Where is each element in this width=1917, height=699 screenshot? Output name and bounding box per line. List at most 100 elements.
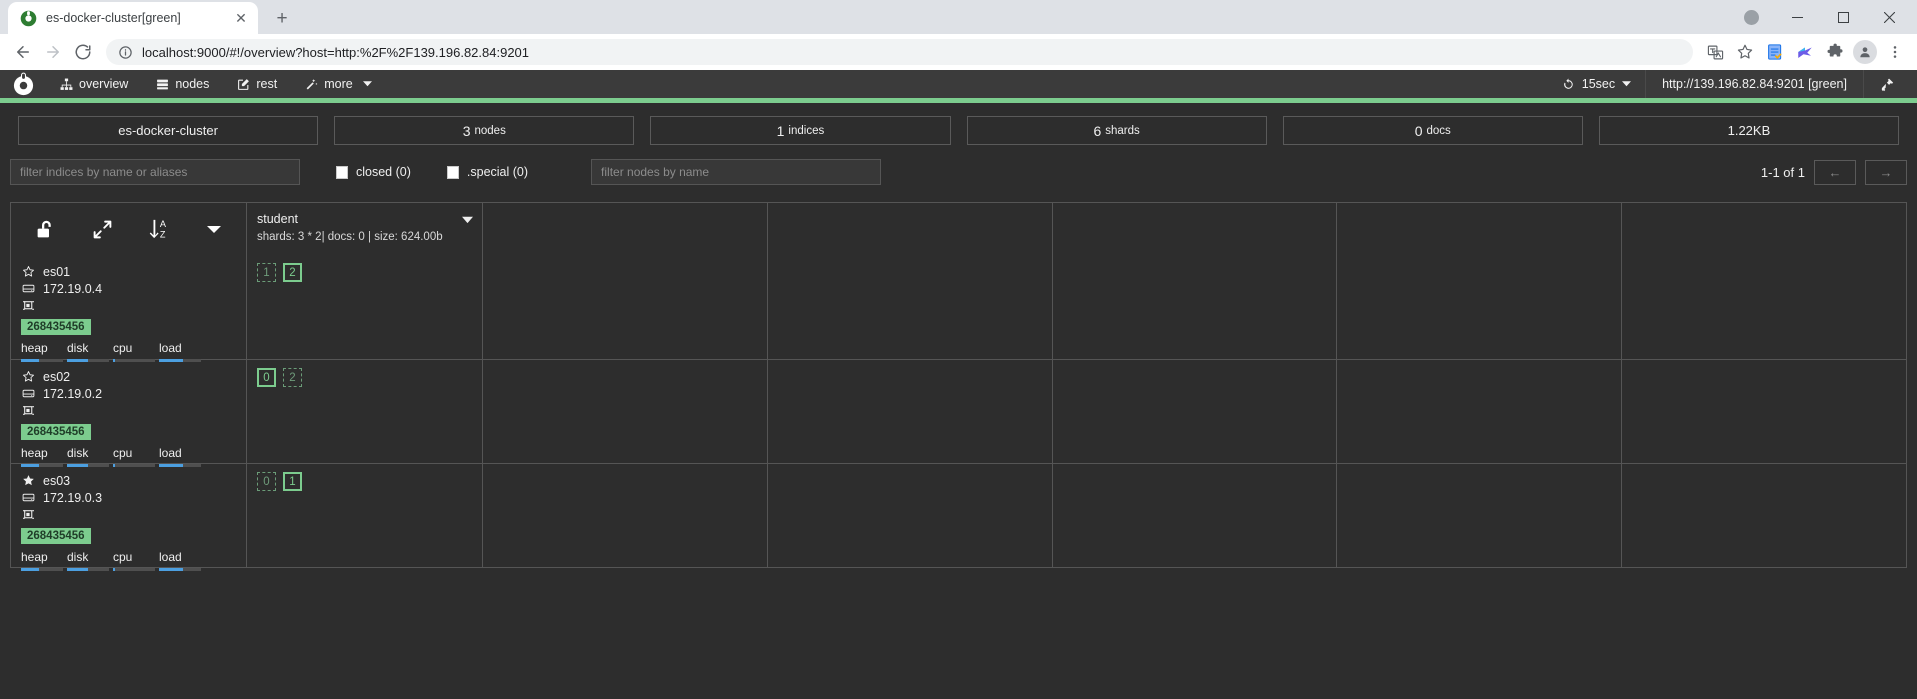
pagination-next-button[interactable]: → xyxy=(1865,159,1907,185)
shard-primary-0[interactable]: 0 xyxy=(257,368,276,387)
translate-icon[interactable] xyxy=(1702,39,1728,65)
stat-value: 3 xyxy=(462,122,471,139)
sort-az-icon[interactable]: AZ xyxy=(148,218,170,240)
forward-button-icon[interactable] xyxy=(39,38,67,66)
chrome-menu-icon[interactable] xyxy=(1882,39,1908,65)
index-header-student[interactable]: student shards: 3 * 2| docs: 0 | size: 6… xyxy=(247,203,483,255)
minimize-button[interactable] xyxy=(1775,1,1819,33)
stat-indices[interactable]: 1 indices xyxy=(650,116,951,145)
shard-primary-1[interactable]: 1 xyxy=(283,472,302,491)
nav-item-more[interactable]: more xyxy=(291,70,385,98)
address-bar-url: localhost:9000/#!/overview?host=http:%2F… xyxy=(142,44,530,60)
metric-label: load xyxy=(159,341,182,355)
profile-avatar-icon[interactable] xyxy=(1852,39,1878,65)
browser-toolbar: localhost:9000/#!/overview?host=http:%2F… xyxy=(0,34,1917,70)
checkbox-box[interactable] xyxy=(446,165,459,179)
node-name-line: es02 xyxy=(21,368,236,385)
nav-item-nodes[interactable]: nodes xyxy=(142,70,223,98)
reading-list-icon[interactable] xyxy=(1762,39,1788,65)
window-close-button[interactable] xyxy=(1867,1,1911,33)
master-star-outline-icon[interactable] xyxy=(21,370,35,383)
node-name: es01 xyxy=(43,264,71,279)
node-cell-es01[interactable]: es01 172.19.0.4 268435456 heap disk cpu … xyxy=(11,255,247,362)
master-star-filled-icon[interactable] xyxy=(21,474,35,487)
node-metric-load[interactable]: load xyxy=(159,551,205,571)
nav-item-overview[interactable]: overview xyxy=(46,70,142,98)
metric-label: disk xyxy=(67,446,89,460)
nav-label-more: more xyxy=(324,77,353,91)
cluster-stats-row: es-docker-cluster 3 nodes 1 indices 6 sh… xyxy=(0,103,1917,145)
node-metric-heap[interactable]: heap xyxy=(21,342,67,362)
extension-bird-icon[interactable] xyxy=(1792,39,1818,65)
extensions-puzzle-icon[interactable] xyxy=(1822,39,1848,65)
stat-shards[interactable]: 6 shards xyxy=(966,116,1267,145)
node-metric-heap[interactable]: heap xyxy=(21,551,67,571)
stat-value: 1.22KB xyxy=(1727,123,1771,138)
node-metric-disk[interactable]: disk xyxy=(67,551,113,571)
metric-label: heap xyxy=(21,446,48,460)
stat-store-size[interactable]: 1.22KB xyxy=(1598,116,1900,145)
index-meta: shards: 3 * 2| docs: 0 | size: 624.00b xyxy=(257,230,443,243)
shard-replica-0[interactable]: 0 xyxy=(257,472,276,491)
master-star-outline-icon[interactable] xyxy=(21,265,35,278)
grid-header-row: AZ student shards: 3 * 2| docs: 0 | size… xyxy=(11,203,1906,255)
grid-empty-cell xyxy=(1053,464,1338,567)
filter-closed-checkbox[interactable]: closed (0) xyxy=(336,165,411,179)
cerebro-favicon-icon xyxy=(20,10,37,27)
stat-nodes[interactable]: 3 nodes xyxy=(334,116,635,145)
shard-list: 02 xyxy=(257,368,472,387)
shard-replica-2[interactable]: 2 xyxy=(283,368,302,387)
node-cell-es03[interactable]: es03 172.19.0.3 268435456 heap disk cpu … xyxy=(11,464,247,571)
node-metric-disk[interactable]: disk xyxy=(67,342,113,362)
metric-track xyxy=(67,568,109,571)
refresh-interval-label: 15sec xyxy=(1581,77,1616,91)
node-ip-line: 172.19.0.3 xyxy=(21,489,236,506)
cerebro-app: overview nodes rest more 15sec http://13… xyxy=(0,70,1917,673)
shard-primary-2[interactable]: 2 xyxy=(283,263,302,282)
node-shards-cell: 02 xyxy=(247,360,483,463)
pagination-prev-button[interactable]: ← xyxy=(1814,159,1856,185)
grid-empty-cell xyxy=(768,464,1053,567)
node-role-icon xyxy=(21,404,35,417)
reload-button-icon[interactable] xyxy=(69,38,97,66)
bookmark-star-icon[interactable] xyxy=(1732,39,1758,65)
back-button-icon[interactable] xyxy=(9,38,37,66)
checkbox-box[interactable] xyxy=(336,165,348,179)
node-name-line: es01 xyxy=(21,263,236,280)
address-bar[interactable]: localhost:9000/#!/overview?host=http:%2F… xyxy=(106,39,1693,65)
node-cell-es02[interactable]: es02 172.19.0.2 268435456 heap disk cpu … xyxy=(11,360,247,467)
filter-special-checkbox[interactable]: .special (0) xyxy=(446,165,528,179)
grid-empty-cell xyxy=(768,360,1053,463)
maximize-button[interactable] xyxy=(1821,1,1865,33)
node-metric-cpu[interactable]: cpu xyxy=(113,342,159,362)
node-name: es02 xyxy=(43,369,71,384)
node-metric-load[interactable]: load xyxy=(159,342,205,362)
browser-tab[interactable]: es-docker-cluster[green] ✕ xyxy=(8,2,258,34)
refresh-interval-selector[interactable]: 15sec xyxy=(1548,70,1645,98)
node-metric-cpu[interactable]: cpu xyxy=(113,551,159,571)
shard-replica-1[interactable]: 1 xyxy=(257,263,276,282)
stat-label: indices xyxy=(788,124,825,137)
cerebro-logo-icon[interactable] xyxy=(0,70,46,98)
browser-chrome: es-docker-cluster[green] ✕ + localhost:9… xyxy=(0,0,1917,70)
nav-item-rest[interactable]: rest xyxy=(223,70,291,98)
site-info-icon[interactable] xyxy=(118,45,133,60)
tab-close-icon[interactable]: ✕ xyxy=(232,9,250,27)
stat-docs[interactable]: 0 docs xyxy=(1282,116,1583,145)
index-menu-caret-icon[interactable] xyxy=(462,212,473,230)
stat-value: es-docker-cluster xyxy=(118,123,218,138)
connected-host-label[interactable]: http://139.196.82.84:9201 [green] xyxy=(1645,70,1864,98)
caret-down-icon[interactable] xyxy=(206,221,222,237)
new-tab-button[interactable]: + xyxy=(268,4,296,32)
screen-record-indicator-icon[interactable] xyxy=(1729,1,1773,33)
disconnect-plug-icon[interactable] xyxy=(1864,70,1907,98)
stat-cluster-name[interactable]: es-docker-cluster xyxy=(18,116,319,145)
grid-empty-cell xyxy=(1622,255,1906,359)
stat-label: docs xyxy=(1426,124,1451,137)
filter-nodes-input[interactable] xyxy=(591,159,882,185)
filter-indices-input[interactable] xyxy=(10,159,300,185)
metric-track xyxy=(159,568,201,571)
expand-arrows-icon[interactable] xyxy=(92,219,113,240)
grid-node-row: es01 172.19.0.4 268435456 heap disk cpu … xyxy=(11,255,1906,362)
unlock-icon[interactable] xyxy=(35,219,56,240)
